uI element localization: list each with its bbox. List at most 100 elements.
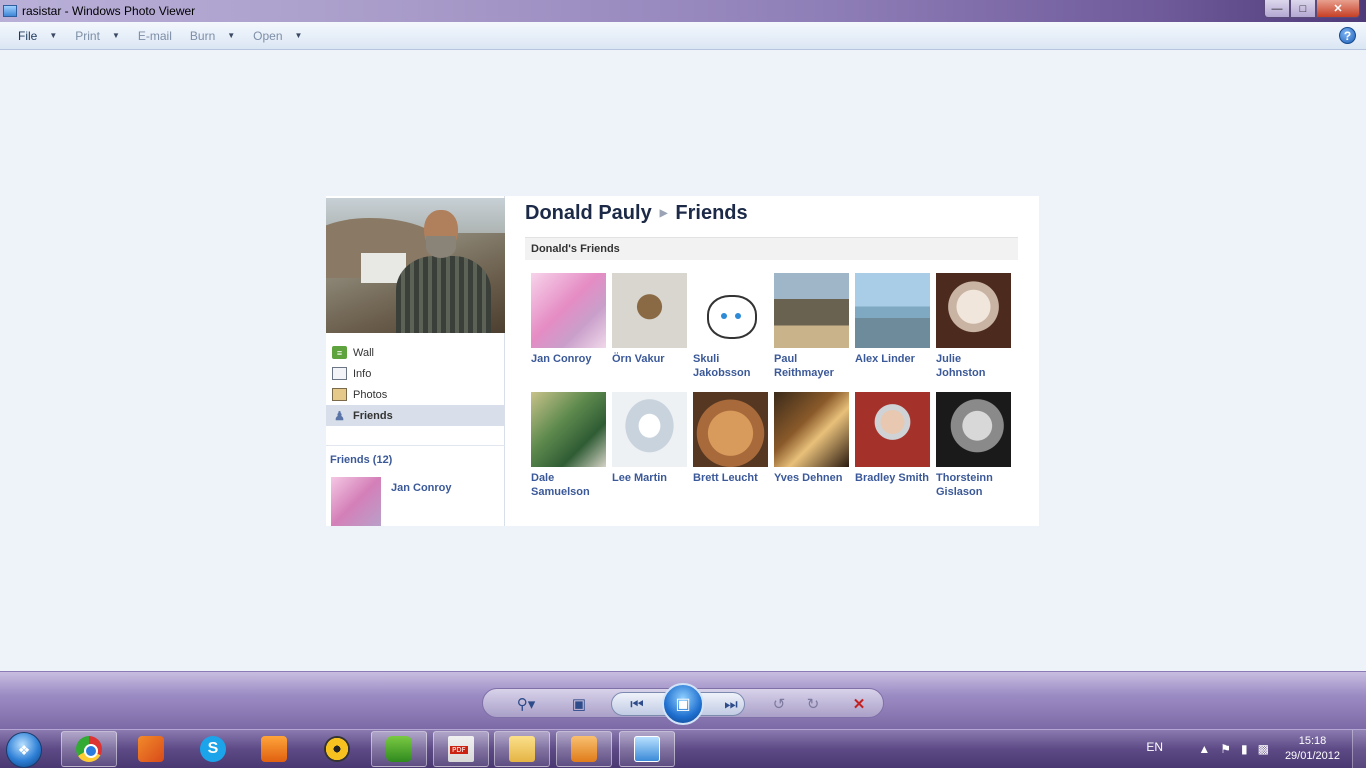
- help-icon[interactable]: ?: [1339, 27, 1356, 44]
- friends-panel: Donald Pauly ▶ Friends Donald's Friends …: [525, 196, 1039, 526]
- language-indicator[interactable]: EN: [1146, 740, 1163, 754]
- friend-photo[interactable]: [855, 273, 930, 348]
- friend-photo[interactable]: [531, 273, 606, 348]
- friend-item[interactable]: Jan Conroy: [531, 273, 607, 366]
- window-title: rasistar - Windows Photo Viewer: [22, 4, 196, 18]
- minimize-button[interactable]: —: [1264, 0, 1290, 18]
- clock[interactable]: 15:18 29/01/2012: [1285, 734, 1340, 764]
- mini-friend-name[interactable]: Jan Conroy: [391, 482, 452, 494]
- power-icon[interactable]: ▮: [1241, 742, 1248, 756]
- profile-nav: ≡ Wall Info Photos ♟ Friends: [326, 342, 505, 426]
- menu-file[interactable]: File ▼: [18, 29, 57, 43]
- nav-item-info[interactable]: Info: [326, 363, 505, 384]
- friend-name[interactable]: Yves Dehnen: [774, 471, 850, 485]
- taskbar-explorer[interactable]: [494, 731, 550, 767]
- delete-icon[interactable]: ✕: [845, 692, 873, 716]
- friends-icon: ♟: [334, 408, 345, 423]
- friend-item[interactable]: Alex Linder: [855, 273, 931, 366]
- friend-name[interactable]: Lee Martin: [612, 471, 688, 485]
- mini-friend-photo[interactable]: [331, 477, 381, 526]
- friend-name[interactable]: Thorsteinn Gislason: [936, 471, 1012, 499]
- friend-item[interactable]: Yves Dehnen: [774, 392, 850, 485]
- profile-picture: [326, 198, 505, 333]
- friend-photo[interactable]: [774, 392, 849, 467]
- menu-email[interactable]: E-mail: [138, 29, 172, 43]
- next-icon[interactable]: ⏭: [717, 692, 745, 716]
- slideshow-icon[interactable]: ▣: [662, 683, 704, 725]
- friend-name[interactable]: Bradley Smith: [855, 471, 931, 485]
- rotate-clockwise-icon[interactable]: ↻: [801, 692, 825, 716]
- friend-photo[interactable]: [693, 392, 768, 467]
- nav-item-label: Info: [353, 367, 372, 380]
- menu-burn[interactable]: Burn ▼: [190, 29, 235, 43]
- actual-size-icon[interactable]: ▣: [567, 692, 591, 716]
- maximize-button[interactable]: □: [1290, 0, 1316, 18]
- menu-print[interactable]: Print ▼: [75, 29, 120, 43]
- nav-item-label: Wall: [353, 346, 374, 359]
- friend-item[interactable]: Thorsteinn Gislason: [936, 392, 1012, 499]
- friend-photo[interactable]: [774, 273, 849, 348]
- chrome-icon: [76, 736, 102, 762]
- friend-item[interactable]: Dale Samuelson: [531, 392, 607, 499]
- friend-item[interactable]: Bradley Smith: [855, 392, 931, 485]
- taskbar-messenger[interactable]: [371, 731, 427, 767]
- friend-photo[interactable]: [612, 392, 687, 467]
- friend-name[interactable]: Alex Linder: [855, 352, 931, 366]
- friend-photo[interactable]: [612, 273, 687, 348]
- menu-email-label: E-mail: [137, 28, 172, 43]
- taskbar-photo-viewer[interactable]: [619, 731, 675, 767]
- rotate-counterclockwise-icon[interactable]: ↺: [767, 692, 791, 716]
- photos-icon: [332, 388, 347, 401]
- friend-name[interactable]: Paul Reithmayer: [774, 352, 850, 380]
- zoom-icon[interactable]: ⚲▾: [511, 692, 541, 716]
- friend-photo[interactable]: [531, 392, 606, 467]
- friend-name[interactable]: Skuli Jakobsson: [693, 352, 769, 380]
- friends-count-link[interactable]: Friends (12): [330, 454, 392, 466]
- friend-item[interactable]: Örn Vakur: [612, 273, 688, 366]
- menu-open[interactable]: Open ▼: [253, 29, 302, 43]
- taskbar-disc[interactable]: [309, 731, 365, 767]
- action-center-flag-icon[interactable]: ⚑: [1220, 742, 1231, 756]
- taskbar-media[interactable]: [123, 731, 179, 767]
- friend-photo[interactable]: [855, 392, 930, 467]
- friend-item[interactable]: Brett Leucht: [693, 392, 769, 485]
- friend-name[interactable]: Brett Leucht: [693, 471, 769, 485]
- friend-name[interactable]: Julie Johnston: [936, 352, 1012, 380]
- friend-photo[interactable]: [936, 273, 1011, 348]
- taskbar: ❖ S EN ▲ ⚑ ▮ ▩ 15:18 29/01/2012: [0, 729, 1366, 768]
- show-desktop-button[interactable]: [1352, 730, 1366, 768]
- taskbar-audio[interactable]: [556, 731, 612, 767]
- network-signal-icon[interactable]: ▩: [1258, 742, 1269, 756]
- friend-name[interactable]: Jan Conroy: [531, 352, 607, 366]
- profile-name[interactable]: Donald Pauly: [525, 202, 652, 225]
- taskbar-chrome[interactable]: [61, 731, 117, 767]
- title-bar: rasistar - Windows Photo Viewer — □ ✕: [0, 0, 1366, 22]
- profile-sidebar: ≡ Wall Info Photos ♟ Friends Friends (12…: [326, 196, 505, 526]
- nav-item-friends[interactable]: ♟ Friends: [326, 405, 505, 426]
- speaker-icon: [571, 736, 597, 762]
- friend-item[interactable]: Paul Reithmayer: [774, 273, 850, 380]
- show-hidden-icons-icon[interactable]: ▲: [1198, 742, 1210, 756]
- friend-item[interactable]: Julie Johnston: [936, 273, 1012, 380]
- previous-icon[interactable]: ⏮: [623, 692, 651, 716]
- nav-item-wall[interactable]: ≡ Wall: [326, 342, 505, 363]
- taskbar-pdf[interactable]: [433, 731, 489, 767]
- friend-item[interactable]: Skuli Jakobsson: [693, 273, 769, 380]
- friend-photo[interactable]: [936, 392, 1011, 467]
- wall-icon: ≡: [332, 346, 347, 359]
- taskbar-skype[interactable]: S: [185, 731, 241, 767]
- clock-time: 15:18: [1298, 735, 1327, 747]
- info-icon: [332, 367, 347, 380]
- nav-item-photos[interactable]: Photos: [326, 384, 505, 405]
- friend-item[interactable]: Lee Martin: [612, 392, 688, 485]
- friend-name[interactable]: Örn Vakur: [612, 352, 688, 366]
- friend-photo[interactable]: [693, 273, 768, 348]
- close-button[interactable]: ✕: [1316, 0, 1360, 18]
- menu-burn-label: Burn: [189, 28, 216, 43]
- displayed-photo: ≡ Wall Info Photos ♟ Friends Friends (12…: [326, 196, 1039, 526]
- viewer-controls: ⚲▾ ▣ ⏮ ▣ ⏭ ↺ ↻ ✕: [482, 683, 884, 725]
- start-button[interactable]: ❖: [6, 732, 42, 768]
- friend-name[interactable]: Dale Samuelson: [531, 471, 607, 499]
- taskbar-player[interactable]: [246, 731, 302, 767]
- chevron-down-icon: ▼: [294, 31, 303, 40]
